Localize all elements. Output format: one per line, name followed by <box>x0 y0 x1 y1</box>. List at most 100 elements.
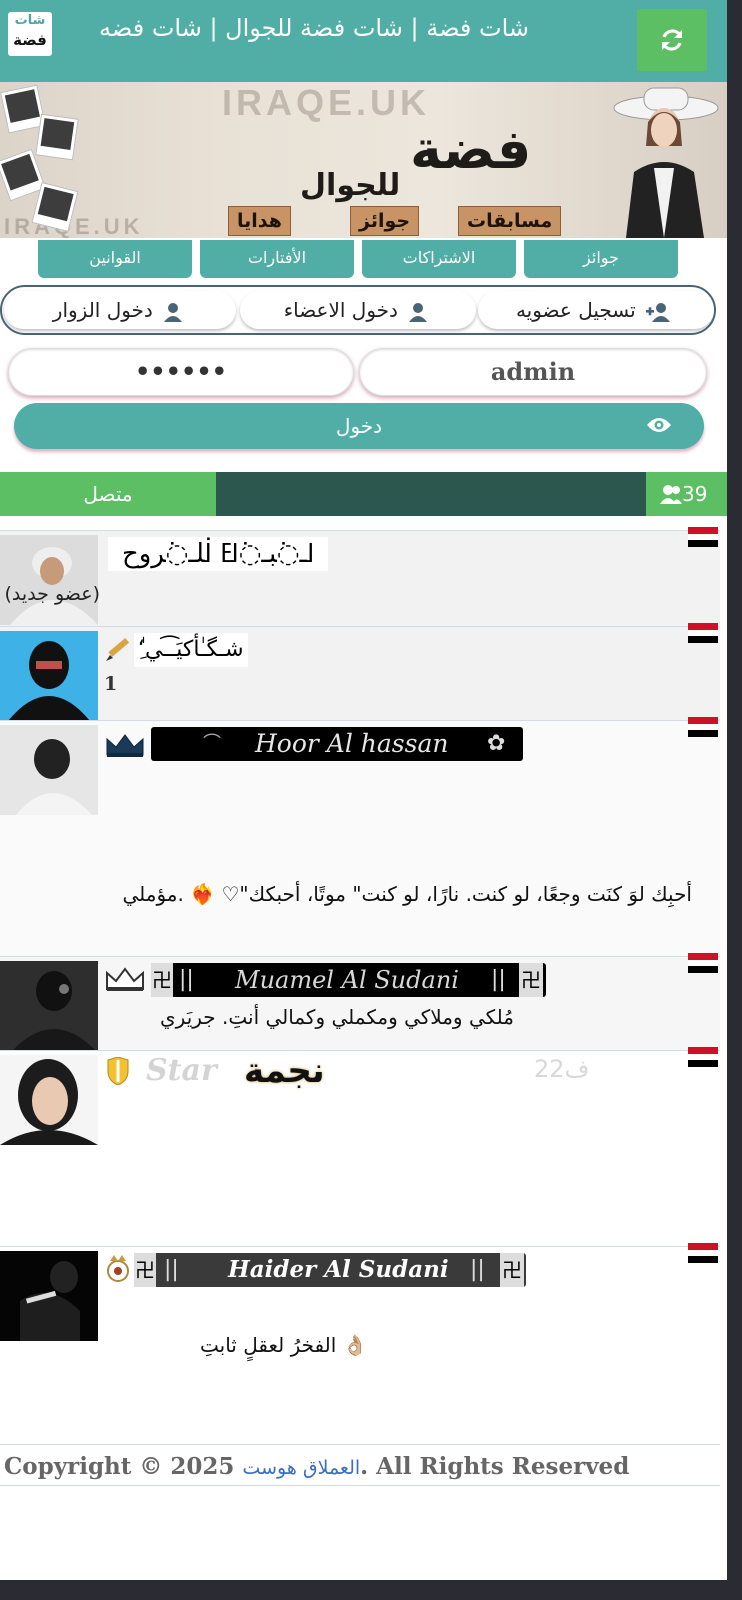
avatar <box>0 631 98 721</box>
login-button[interactable]: دخول <box>14 403 704 449</box>
iraq-flag-icon <box>688 953 718 973</box>
password-field[interactable]: •••••• <box>8 348 354 396</box>
online-bar: متصل 39 <box>0 472 727 516</box>
tab-register-label: تسجيل عضويه <box>515 298 636 322</box>
banner-photo <box>35 113 79 161</box>
symbol-icon: 卍 <box>519 963 543 997</box>
banner: IRAQE.UK IRAQE.UK فضة للجوال مسابقات جوا… <box>0 82 727 238</box>
user-status: أحبِك لوَ كنَت وجعًا، لو كنت. نارًا، لو … <box>122 882 692 906</box>
crown-icon <box>106 734 144 757</box>
user-name-bar: ߊـ߭بـ߭ߊߓ ߊ߭لـ߭روح <box>108 537 329 571</box>
top-bar: شات فضة شات فضة | شات فضة للجوال | شات ف… <box>0 0 727 82</box>
banner-tag: مسابقات <box>458 206 562 236</box>
avatar <box>0 535 98 625</box>
user-status: مُلكي وملاكي ومكملي وكمالي أنتِ. جريَري <box>160 1005 514 1029</box>
login-tabs: تسجيل عضويه دخول الاعضاء دخول الزوار <box>0 285 716 335</box>
symbol-icon: 卍 <box>500 1253 524 1287</box>
banner-watermark-small: IRAQE.UK <box>4 214 144 238</box>
banner-brand: فضة <box>410 118 532 181</box>
footer: Copyright © 2025 العملاق هوست. All Right… <box>0 1444 720 1486</box>
user-name: Muamel Al Sudani <box>235 966 459 994</box>
banner-tag: جوائز <box>350 206 420 236</box>
iraq-flag-icon <box>688 1243 718 1263</box>
refresh-icon <box>662 29 682 51</box>
logo-bottom-text: فضة <box>13 31 47 49</box>
list-item[interactable]: ߊـ߭بـ߭ߊߓ ߊ߭لـ߭روح (عضو جديد) <box>0 527 720 627</box>
login-button-label: دخول <box>335 414 383 438</box>
logo-top-text: شات <box>14 13 46 28</box>
iraq-flag-icon <box>688 1047 718 1067</box>
users-icon <box>660 485 682 504</box>
emblem-icon <box>107 1255 129 1282</box>
page: شات فضة شات فضة | شات فضة للجوال | شات ف… <box>0 0 727 1580</box>
tab-prizes[interactable]: جوائز <box>524 240 678 278</box>
iraq-flag-icon <box>688 527 718 547</box>
ribbon-icon: ✿ <box>487 731 506 756</box>
add-user-icon <box>646 302 671 322</box>
user-name: ٰ‘ِشـگـٰأكيَـ͡ـي <box>134 633 248 667</box>
user-name: نجمة <box>244 1051 325 1091</box>
online-count-value: 39 <box>682 482 708 506</box>
iraq-flag-icon <box>688 717 718 737</box>
tab-subscriptions[interactable]: الاشتراكات <box>362 240 516 278</box>
list-item[interactable]: 卍 || Muamel Al Sudani || 卍 مُلكي وملاكي … <box>0 953 720 1051</box>
avatar <box>0 1055 98 1145</box>
tab-register[interactable]: تسجيل عضويه <box>478 291 714 329</box>
user-name-bar: 卍 || Haider Al Sudani || 卍 <box>134 1253 526 1287</box>
user-name: ߊـ߭بـ߭ߊߓ ߊ߭لـ߭روح <box>122 539 315 569</box>
divider-icon: || <box>470 1257 485 1282</box>
eye-icon <box>647 418 671 432</box>
tab-guest-login-label: دخول الزوار <box>52 298 153 322</box>
avatar <box>0 1251 98 1341</box>
user-icon <box>164 302 183 322</box>
refresh-button[interactable] <box>637 9 707 71</box>
user-name-deco: Star <box>146 1053 217 1088</box>
divider-icon: || <box>491 967 506 992</box>
user-status: الفخرُ لعقلٍ ثابتِ <box>200 1333 337 1357</box>
user-name-tag: ف22 <box>534 1055 590 1083</box>
banner-brand-sub: للجوال <box>300 168 401 203</box>
iraq-flag-icon <box>688 623 718 643</box>
nav-tabs: جوائز الاشتراكات الأفتارات القوانين <box>38 240 678 278</box>
banner-model-image <box>613 87 719 238</box>
site-title: شات فضة | شات فضة للجوال | شات فضه <box>99 14 529 42</box>
list-item[interactable]: ٰ‘ِشـگـٰأكيَـ͡ـي 1 <box>0 623 720 721</box>
online-count: 39 <box>646 472 727 516</box>
user-name-bar: ⌒ Hoor Al hassan ✿ <box>151 727 523 761</box>
user-status-row: 👌🏼 الفخرُ لعقلٍ ثابتِ <box>200 1333 368 1357</box>
symbol-icon: 卍 <box>134 1253 156 1287</box>
divider-icon: || <box>179 967 194 992</box>
username-field[interactable]: admin <box>359 348 707 396</box>
banner-watermark: IRAQE.UK <box>222 82 431 123</box>
tab-member-login[interactable]: دخول الاعضاء <box>240 291 476 329</box>
tab-guest-login[interactable]: دخول الزوار <box>4 291 236 329</box>
ribbon-icon: ⌒ <box>203 733 221 754</box>
user-name: Hoor Al hassan <box>255 729 449 758</box>
copyright-text: Copyright © 2025 العملاق هوست. All Right… <box>4 1453 629 1480</box>
copyright-suffix: . All Rights Reserved <box>360 1453 630 1480</box>
tab-rules[interactable]: القوانين <box>38 240 192 278</box>
banner-tag: هدايا <box>228 206 291 236</box>
symbol-icon: 卍 <box>151 963 173 997</box>
tab-avatars[interactable]: الأفتارات <box>200 240 354 278</box>
avatar <box>0 725 98 815</box>
list-item[interactable]: Star نجمة ف22 <box>0 1047 720 1247</box>
crown-icon <box>106 967 144 991</box>
user-name: Haider Al Sudani <box>228 1256 449 1283</box>
tab-member-login-label: دخول الاعضاء <box>283 298 398 322</box>
user-name-bar: 卍 || Muamel Al Sudani || 卍 <box>151 963 546 997</box>
user-status: 1 <box>104 673 118 695</box>
site-logo[interactable]: شات فضة <box>8 12 52 56</box>
online-label: متصل <box>0 472 216 516</box>
user-name-bar: ٰ‘ِشـگـٰأكيَـ͡ـي <box>134 633 248 667</box>
divider-icon: || <box>164 1257 179 1282</box>
copyright-prefix: Copyright © 2025 <box>4 1453 235 1480</box>
user-status: (عضو جديد) <box>4 583 100 605</box>
list-item[interactable]: 卍 || Haider Al Sudani || 卍 👌🏼 الفخرُ لعق… <box>0 1243 720 1445</box>
list-item[interactable]: ⌒ Hoor Al hassan ✿ أحبِك لوَ كنَت وجعًا،… <box>0 717 720 957</box>
host-link[interactable]: العملاق هوست <box>242 1457 360 1479</box>
user-icon <box>409 302 428 322</box>
hand-icon: 👌🏼 <box>342 1333 368 1357</box>
pen-icon <box>106 637 130 661</box>
avatar <box>0 961 98 1051</box>
